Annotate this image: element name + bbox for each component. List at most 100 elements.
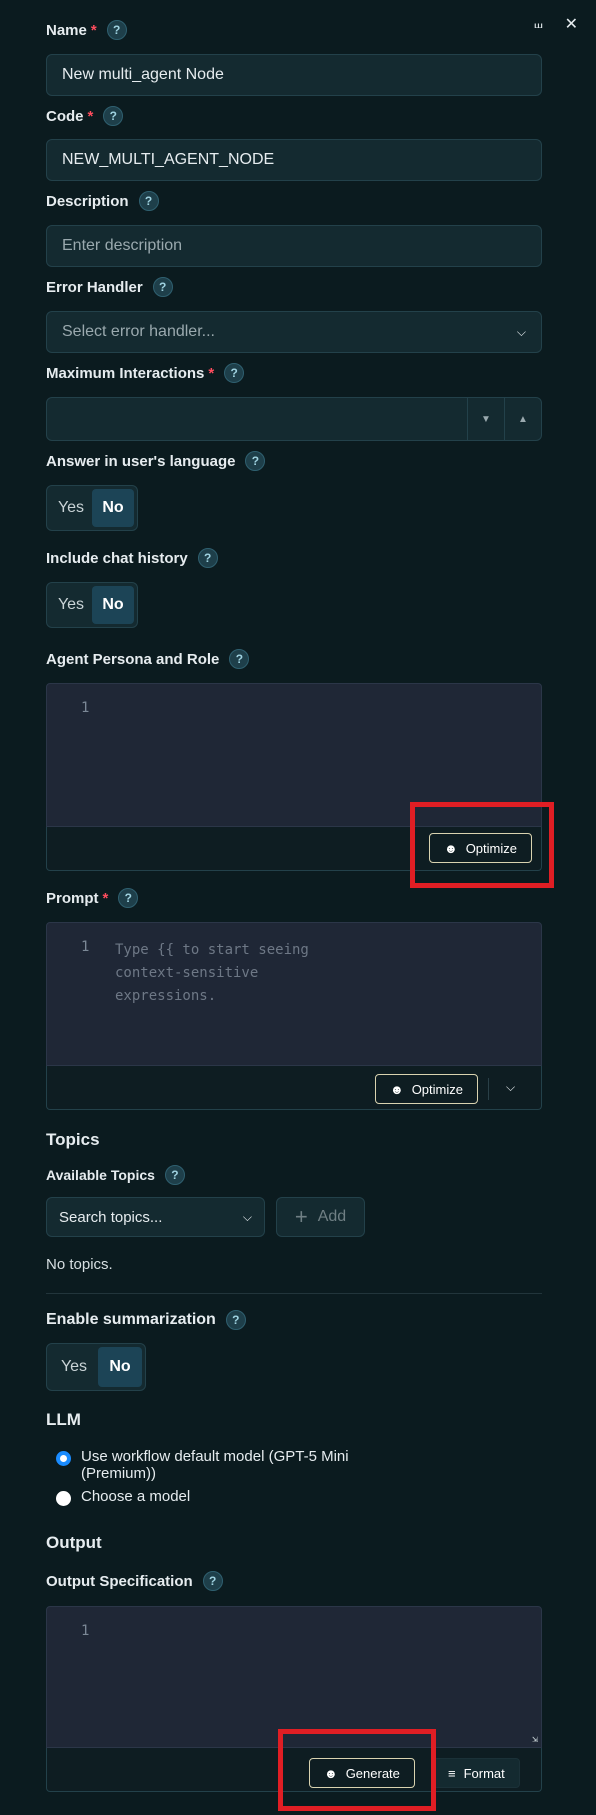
- prompt-label-text: Prompt: [46, 889, 99, 907]
- topics-empty-state: No topics.: [46, 1256, 113, 1273]
- chat-history-label-text: Include chat history: [46, 549, 188, 567]
- description-label: Description ?: [46, 191, 159, 211]
- line-number: 1: [81, 700, 90, 716]
- placeholder-line: expressions.: [115, 988, 217, 1004]
- llm-option-line: Use workflow default model (GPT-5 Mini: [81, 1448, 349, 1465]
- description-label-text: Description: [46, 192, 129, 210]
- plus-icon: +: [294, 1204, 308, 1229]
- name-label-text: Name: [46, 21, 87, 39]
- close-icon[interactable]: ✕: [565, 14, 578, 34]
- toggle-no[interactable]: No: [98, 1347, 142, 1387]
- llm-option-choose[interactable]: Choose a model: [56, 1488, 190, 1506]
- toggle-no[interactable]: No: [92, 586, 134, 624]
- chat-history-label: Include chat history ?: [46, 548, 218, 568]
- prompt-placeholder: Type {{ to start seeing context-sensitiv…: [115, 939, 309, 1008]
- format-label: Format: [463, 1765, 505, 1781]
- placeholder-line: context-sensitive: [115, 965, 259, 981]
- header-icons: ⧢ ✕: [534, 14, 578, 34]
- help-icon[interactable]: ?: [225, 1310, 246, 1330]
- code-value: NEW_MULTI_AGENT_NODE: [62, 151, 275, 168]
- max-interactions-label: Maximum Interactions * ?: [46, 363, 245, 383]
- toggle-yes[interactable]: Yes: [50, 586, 92, 624]
- answer-language-label: Answer in user's language ?: [46, 451, 266, 471]
- help-icon[interactable]: ?: [106, 20, 127, 40]
- output-spec-label-text: Output Specification: [46, 1572, 193, 1590]
- required-marker: *: [102, 889, 109, 907]
- help-icon[interactable]: ?: [118, 888, 139, 908]
- persona-label: Agent Persona and Role ?: [46, 649, 250, 669]
- chevron-up-icon: ▲: [518, 413, 528, 425]
- name-input[interactable]: New multi_agent Node: [46, 54, 542, 96]
- resize-handle-icon[interactable]: ⇲: [532, 1734, 538, 1745]
- error-handler-select[interactable]: Select error handler... ⌵: [46, 311, 542, 353]
- required-marker: *: [90, 21, 97, 39]
- radio-unselected-icon[interactable]: [56, 1491, 71, 1506]
- divider: [488, 1078, 489, 1100]
- error-handler-label: Error Handler ?: [46, 277, 173, 297]
- help-icon[interactable]: ?: [197, 548, 218, 568]
- toggle-yes[interactable]: Yes: [50, 489, 92, 527]
- llm-option-default-label: Use workflow default model (GPT-5 Mini (…: [81, 1448, 349, 1482]
- answer-language-toggle: Yes No: [46, 485, 138, 531]
- optimize-icon: ☻: [390, 1081, 404, 1097]
- line-number: 1: [81, 939, 90, 955]
- help-icon[interactable]: ?: [152, 277, 173, 297]
- toggle-yes[interactable]: Yes: [50, 1347, 98, 1387]
- chevron-down-icon: ⌵: [242, 1209, 252, 1224]
- help-icon[interactable]: ?: [103, 106, 124, 126]
- summarization-label-text: Enable summarization: [46, 1311, 216, 1328]
- chevron-down-icon[interactable]: ⌵: [506, 1080, 515, 1095]
- llm-option-default[interactable]: Use workflow default model (GPT-5 Mini (…: [56, 1448, 349, 1482]
- chevron-down-icon: ⌵: [516, 324, 526, 339]
- persona-label-text: Agent Persona and Role: [46, 650, 220, 668]
- help-icon[interactable]: ?: [202, 1571, 223, 1591]
- format-button[interactable]: ≡ Format: [433, 1758, 520, 1788]
- llm-option-choose-label: Choose a model: [81, 1488, 191, 1505]
- summarization-toggle: Yes No: [46, 1343, 146, 1391]
- increment-button[interactable]: ▲: [504, 398, 541, 440]
- code-label: Code * ?: [46, 106, 124, 126]
- help-icon[interactable]: ?: [229, 649, 250, 669]
- code-input[interactable]: NEW_MULTI_AGENT_NODE: [46, 139, 542, 181]
- available-topics-label-text: Available Topics: [46, 1167, 155, 1183]
- chevron-down-icon: ▼: [481, 413, 491, 425]
- help-icon[interactable]: ?: [224, 363, 245, 383]
- description-input[interactable]: Enter description: [46, 225, 542, 267]
- topics-search-select[interactable]: Search topics... ⌵: [46, 1197, 265, 1237]
- description-placeholder: Enter description: [62, 237, 183, 254]
- answer-language-label-text: Answer in user's language: [46, 452, 236, 470]
- error-handler-placeholder: Select error handler...: [62, 323, 215, 340]
- help-icon[interactable]: ?: [138, 191, 159, 211]
- output-spec-label: Output Specification ?: [46, 1571, 223, 1591]
- optimize-label: Optimize: [411, 1081, 463, 1097]
- prompt-optimize-button[interactable]: ☻ Optimize: [375, 1074, 478, 1104]
- summarization-label: Enable summarization ?: [46, 1310, 246, 1330]
- help-icon[interactable]: ?: [164, 1165, 185, 1185]
- unpin-icon[interactable]: ⧢: [534, 15, 542, 33]
- add-topic-label: Add: [317, 1208, 347, 1225]
- highlight-box: [410, 802, 554, 888]
- required-marker: *: [87, 107, 94, 125]
- required-marker: *: [208, 364, 215, 382]
- error-handler-label-text: Error Handler: [46, 278, 143, 296]
- prompt-editor[interactable]: 1 Type {{ to start seeing context-sensit…: [46, 922, 542, 1066]
- output-spec-editor[interactable]: 1 ⇲: [46, 1606, 542, 1748]
- add-topic-button[interactable]: + Add: [276, 1197, 365, 1237]
- decrement-button[interactable]: ▼: [467, 398, 504, 440]
- section-divider: [46, 1293, 542, 1294]
- toggle-no[interactable]: No: [92, 489, 134, 527]
- help-icon[interactable]: ?: [245, 451, 266, 471]
- output-title: Output: [46, 1533, 102, 1552]
- topics-search-placeholder: Search topics...: [59, 1208, 163, 1226]
- max-interactions-label-text: Maximum Interactions: [46, 364, 205, 382]
- name-value: New multi_agent Node: [62, 66, 224, 83]
- highlight-box: [278, 1729, 436, 1811]
- prompt-label: Prompt * ?: [46, 888, 139, 908]
- placeholder-line: Type {{ to start seeing: [115, 942, 309, 958]
- max-interactions-stepper[interactable]: ▼ ▲: [46, 397, 542, 441]
- code-label-text: Code: [46, 107, 84, 125]
- llm-option-line: (Premium)): [81, 1465, 156, 1482]
- available-topics-label: Available Topics ?: [46, 1165, 185, 1185]
- chat-history-toggle: Yes No: [46, 582, 138, 628]
- radio-selected-icon[interactable]: [56, 1451, 71, 1466]
